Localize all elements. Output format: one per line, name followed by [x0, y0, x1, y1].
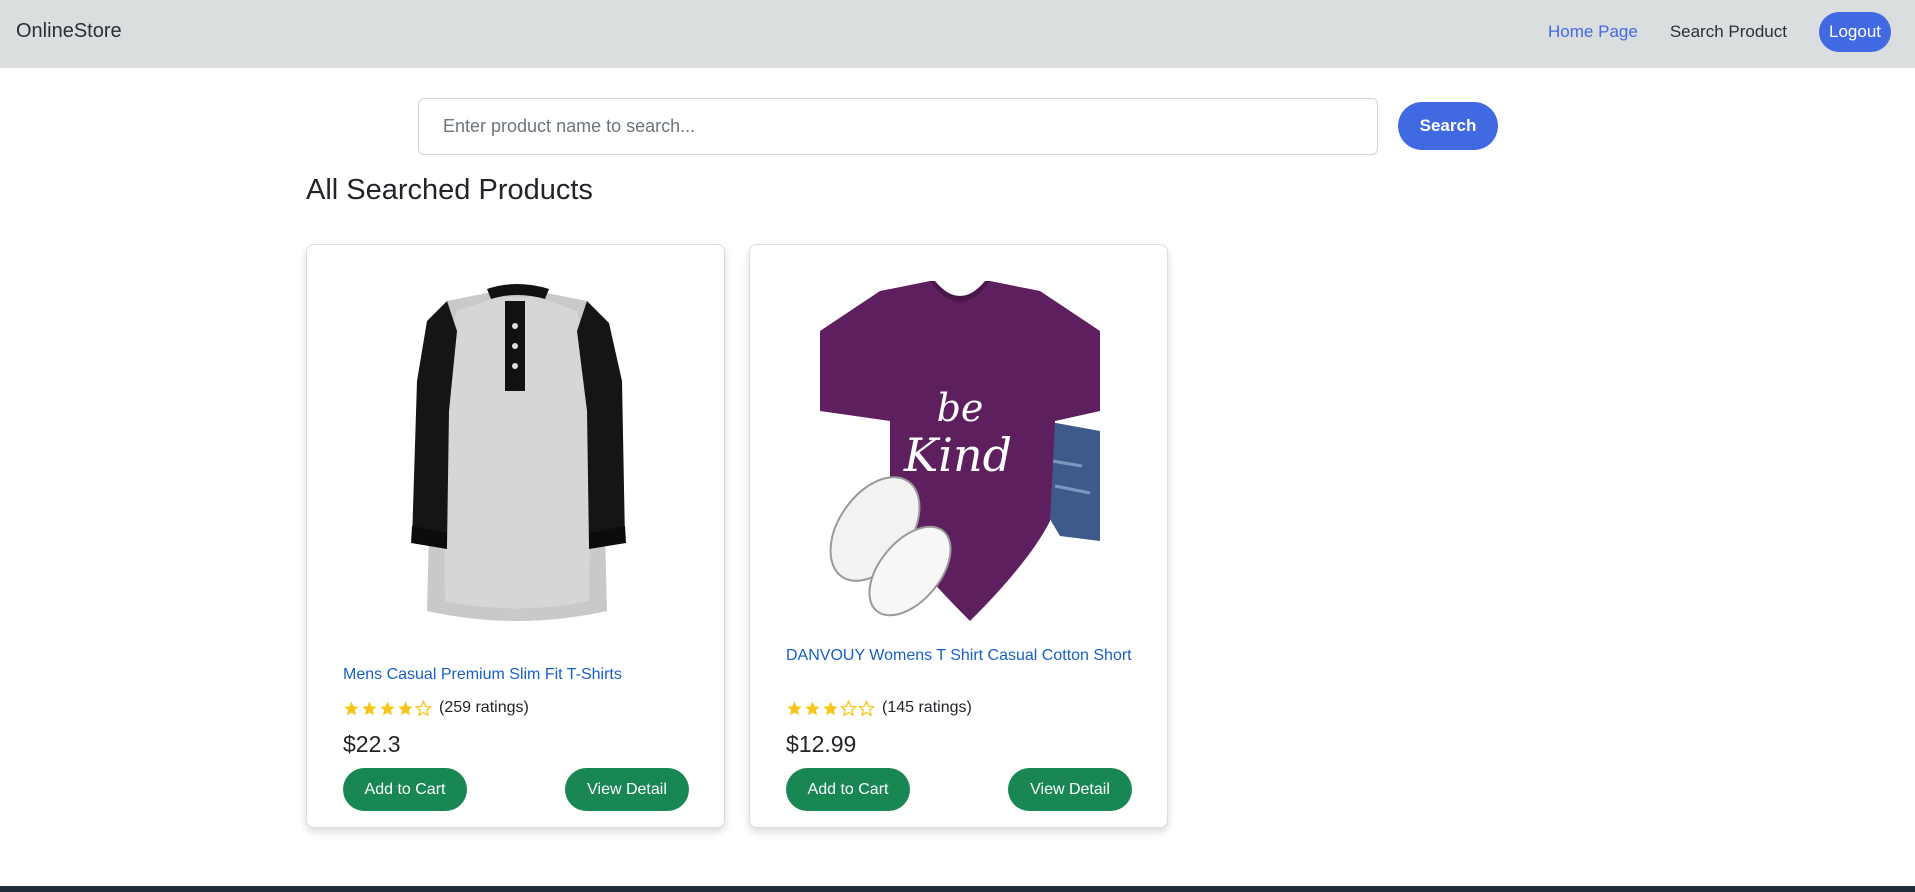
- product-card: be Kind DANVOUY Womens T Shirt Casual Co…: [749, 244, 1168, 828]
- rating-stars: [343, 699, 433, 717]
- product-title-link[interactable]: DANVOUY Womens T Shirt Casual Cotton Sho…: [786, 646, 1136, 665]
- product-title-link[interactable]: Mens Casual Premium Slim Fit T-Shirts: [343, 665, 693, 684]
- star-filled-icon: [380, 700, 395, 715]
- star-filled-icon: [805, 700, 820, 715]
- svg-text:Kind: Kind: [903, 428, 1012, 482]
- product-price: $12.99: [786, 731, 857, 757]
- footer-bar: [0, 886, 1915, 892]
- page-title: All Searched Products: [306, 174, 593, 206]
- star-empty-icon: [840, 699, 857, 717]
- star-filled-icon: [398, 700, 413, 715]
- ratings-count: (259 ratings): [439, 699, 529, 716]
- logout-button[interactable]: Logout: [1819, 12, 1891, 52]
- nav-search-product-link[interactable]: Search Product: [1670, 22, 1787, 42]
- product-rating: (259 ratings): [343, 699, 529, 717]
- svg-text:be: be: [937, 386, 984, 430]
- star-empty-icon: [415, 699, 432, 717]
- add-to-cart-button[interactable]: Add to Cart: [343, 768, 467, 811]
- search-button[interactable]: Search: [1398, 102, 1498, 150]
- raglan-henley-shirt-image: [411, 284, 626, 621]
- product-price: $22.3: [343, 731, 401, 757]
- view-detail-button[interactable]: View Detail: [1008, 768, 1132, 811]
- star-filled-icon: [823, 700, 838, 715]
- view-detail-button[interactable]: View Detail: [565, 768, 689, 811]
- nav-links: Home Page Search Product Logout: [1548, 12, 1891, 52]
- star-filled-icon: [787, 700, 802, 715]
- product-card: Mens Casual Premium Slim Fit T-Shirts (2…: [306, 244, 725, 828]
- star-filled-icon: [344, 700, 359, 715]
- brand-logo[interactable]: OnlineStore: [16, 20, 122, 43]
- nav-home-link[interactable]: Home Page: [1548, 22, 1638, 42]
- ratings-count: (145 ratings): [882, 699, 972, 716]
- star-filled-icon: [362, 700, 377, 715]
- be-kind-tshirt-image: be Kind: [820, 281, 1100, 621]
- star-empty-icon: [858, 699, 875, 717]
- navbar: OnlineStore Home Page Search Product Log…: [0, 0, 1915, 68]
- product-rating: (145 ratings): [786, 699, 972, 717]
- search-input[interactable]: [418, 98, 1378, 155]
- add-to-cart-button[interactable]: Add to Cart: [786, 768, 910, 811]
- rating-stars: [786, 699, 876, 717]
